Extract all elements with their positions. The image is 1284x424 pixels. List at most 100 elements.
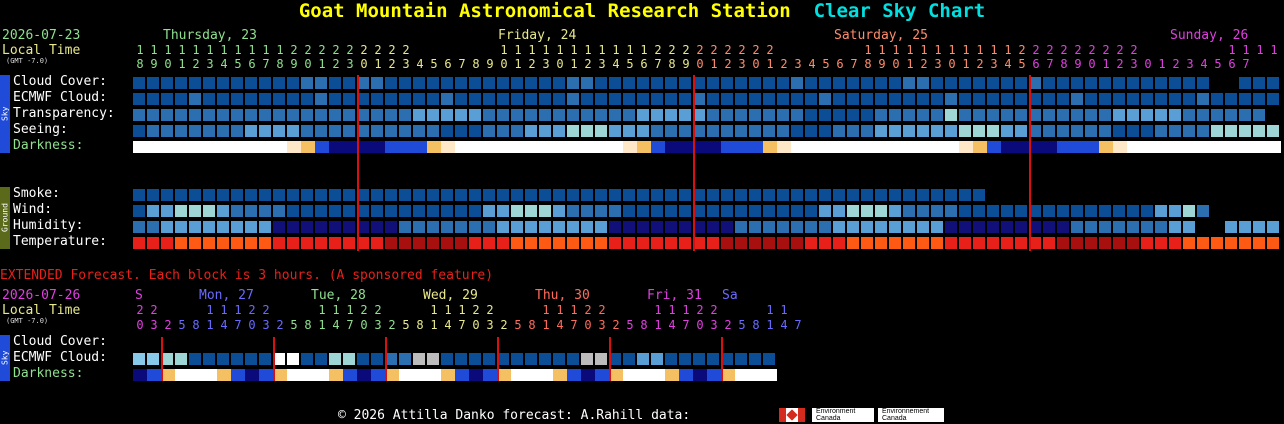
darkness-block[interactable] [287,141,301,153]
temperature-block[interactable] [721,237,733,249]
forecast-block[interactable] [1127,125,1139,137]
forecast-block[interactable] [889,93,901,105]
humidity-block[interactable] [567,221,579,233]
wind-block[interactable] [777,205,789,217]
extended-ecmwf-block[interactable] [175,353,187,365]
extended-ecmwf-block[interactable] [707,353,719,365]
forecast-block[interactable] [1267,125,1279,137]
forecast-block[interactable] [777,93,789,105]
forecast-block[interactable] [777,77,789,89]
smoke-block[interactable] [945,189,957,201]
temperature-block[interactable] [1211,237,1223,249]
humidity-block[interactable] [819,221,831,233]
forecast-block[interactable] [483,77,495,89]
forecast-block[interactable] [553,77,565,89]
temperature-block[interactable] [1071,237,1083,249]
humidity-block[interactable] [861,221,873,233]
extended-darkness-block[interactable] [175,369,189,381]
forecast-block[interactable] [679,93,691,105]
wind-block[interactable] [231,205,243,217]
temperature-block[interactable] [889,237,901,249]
forecast-block[interactable] [987,77,999,89]
humidity-block[interactable] [385,221,397,233]
extended-darkness-block[interactable] [231,369,245,381]
humidity-block[interactable] [581,221,593,233]
wind-block[interactable] [1113,205,1125,217]
wind-block[interactable] [651,205,663,217]
forecast-block[interactable] [1001,109,1013,121]
humidity-block[interactable] [455,221,467,233]
wind-block[interactable] [175,205,187,217]
extended-darkness-block[interactable] [721,369,735,381]
forecast-block[interactable] [623,125,635,137]
darkness-block[interactable] [889,141,903,153]
forecast-block[interactable] [679,77,691,89]
wind-block[interactable] [749,205,761,217]
temperature-block[interactable] [371,237,383,249]
temperature-block[interactable] [875,237,887,249]
forecast-block[interactable] [301,77,313,89]
forecast-block[interactable] [1085,109,1097,121]
wind-block[interactable] [259,205,271,217]
extended-darkness-block[interactable] [525,369,539,381]
wind-block[interactable] [315,205,327,217]
forecast-block[interactable] [1043,93,1055,105]
darkness-block[interactable] [567,141,581,153]
extended-ecmwf-block[interactable] [231,353,243,365]
darkness-block[interactable] [511,141,525,153]
forecast-block[interactable] [441,125,453,137]
forecast-block[interactable] [1155,125,1167,137]
temperature-block[interactable] [987,237,999,249]
darkness-block[interactable] [917,141,931,153]
forecast-block[interactable] [455,77,467,89]
extended-ecmwf-block[interactable] [315,353,327,365]
temperature-block[interactable] [245,237,257,249]
forecast-block[interactable] [1211,93,1223,105]
forecast-block[interactable] [987,125,999,137]
extended-ecmwf-block[interactable] [217,353,229,365]
humidity-block[interactable] [749,221,761,233]
extended-darkness-block[interactable] [147,369,161,381]
extended-ecmwf-block[interactable] [203,353,215,365]
forecast-block[interactable] [133,93,145,105]
canada-flag-icon[interactable] [779,408,805,422]
forecast-block[interactable] [343,77,355,89]
forecast-block[interactable] [525,93,537,105]
forecast-block[interactable] [1169,109,1181,121]
darkness-block[interactable] [595,141,609,153]
forecast-block[interactable] [1127,109,1139,121]
extended-ecmwf-block[interactable] [301,353,313,365]
forecast-block[interactable] [721,125,733,137]
extended-darkness-block[interactable] [203,369,217,381]
humidity-block[interactable] [1057,221,1069,233]
temperature-block[interactable] [427,237,439,249]
wind-block[interactable] [595,205,607,217]
temperature-block[interactable] [651,237,663,249]
humidity-block[interactable] [679,221,691,233]
forecast-block[interactable] [1071,125,1083,137]
darkness-block[interactable] [147,141,161,153]
wind-block[interactable] [1015,205,1027,217]
forecast-block[interactable] [525,77,537,89]
extended-darkness-block[interactable] [385,369,399,381]
forecast-block[interactable] [917,77,929,89]
humidity-block[interactable] [483,221,495,233]
forecast-block[interactable] [1071,93,1083,105]
forecast-block[interactable] [147,125,159,137]
temperature-block[interactable] [1127,237,1139,249]
forecast-block[interactable] [203,77,215,89]
wind-block[interactable] [875,205,887,217]
humidity-block[interactable] [189,221,201,233]
forecast-block[interactable] [861,77,873,89]
darkness-block[interactable] [777,141,791,153]
forecast-block[interactable] [861,109,873,121]
humidity-block[interactable] [497,221,509,233]
extended-darkness-block[interactable] [511,369,525,381]
darkness-block[interactable] [1253,141,1267,153]
darkness-block[interactable] [1127,141,1141,153]
forecast-block[interactable] [609,93,621,105]
darkness-block[interactable] [553,141,567,153]
extended-darkness-block[interactable] [623,369,637,381]
forecast-block[interactable] [861,125,873,137]
temperature-block[interactable] [315,237,327,249]
